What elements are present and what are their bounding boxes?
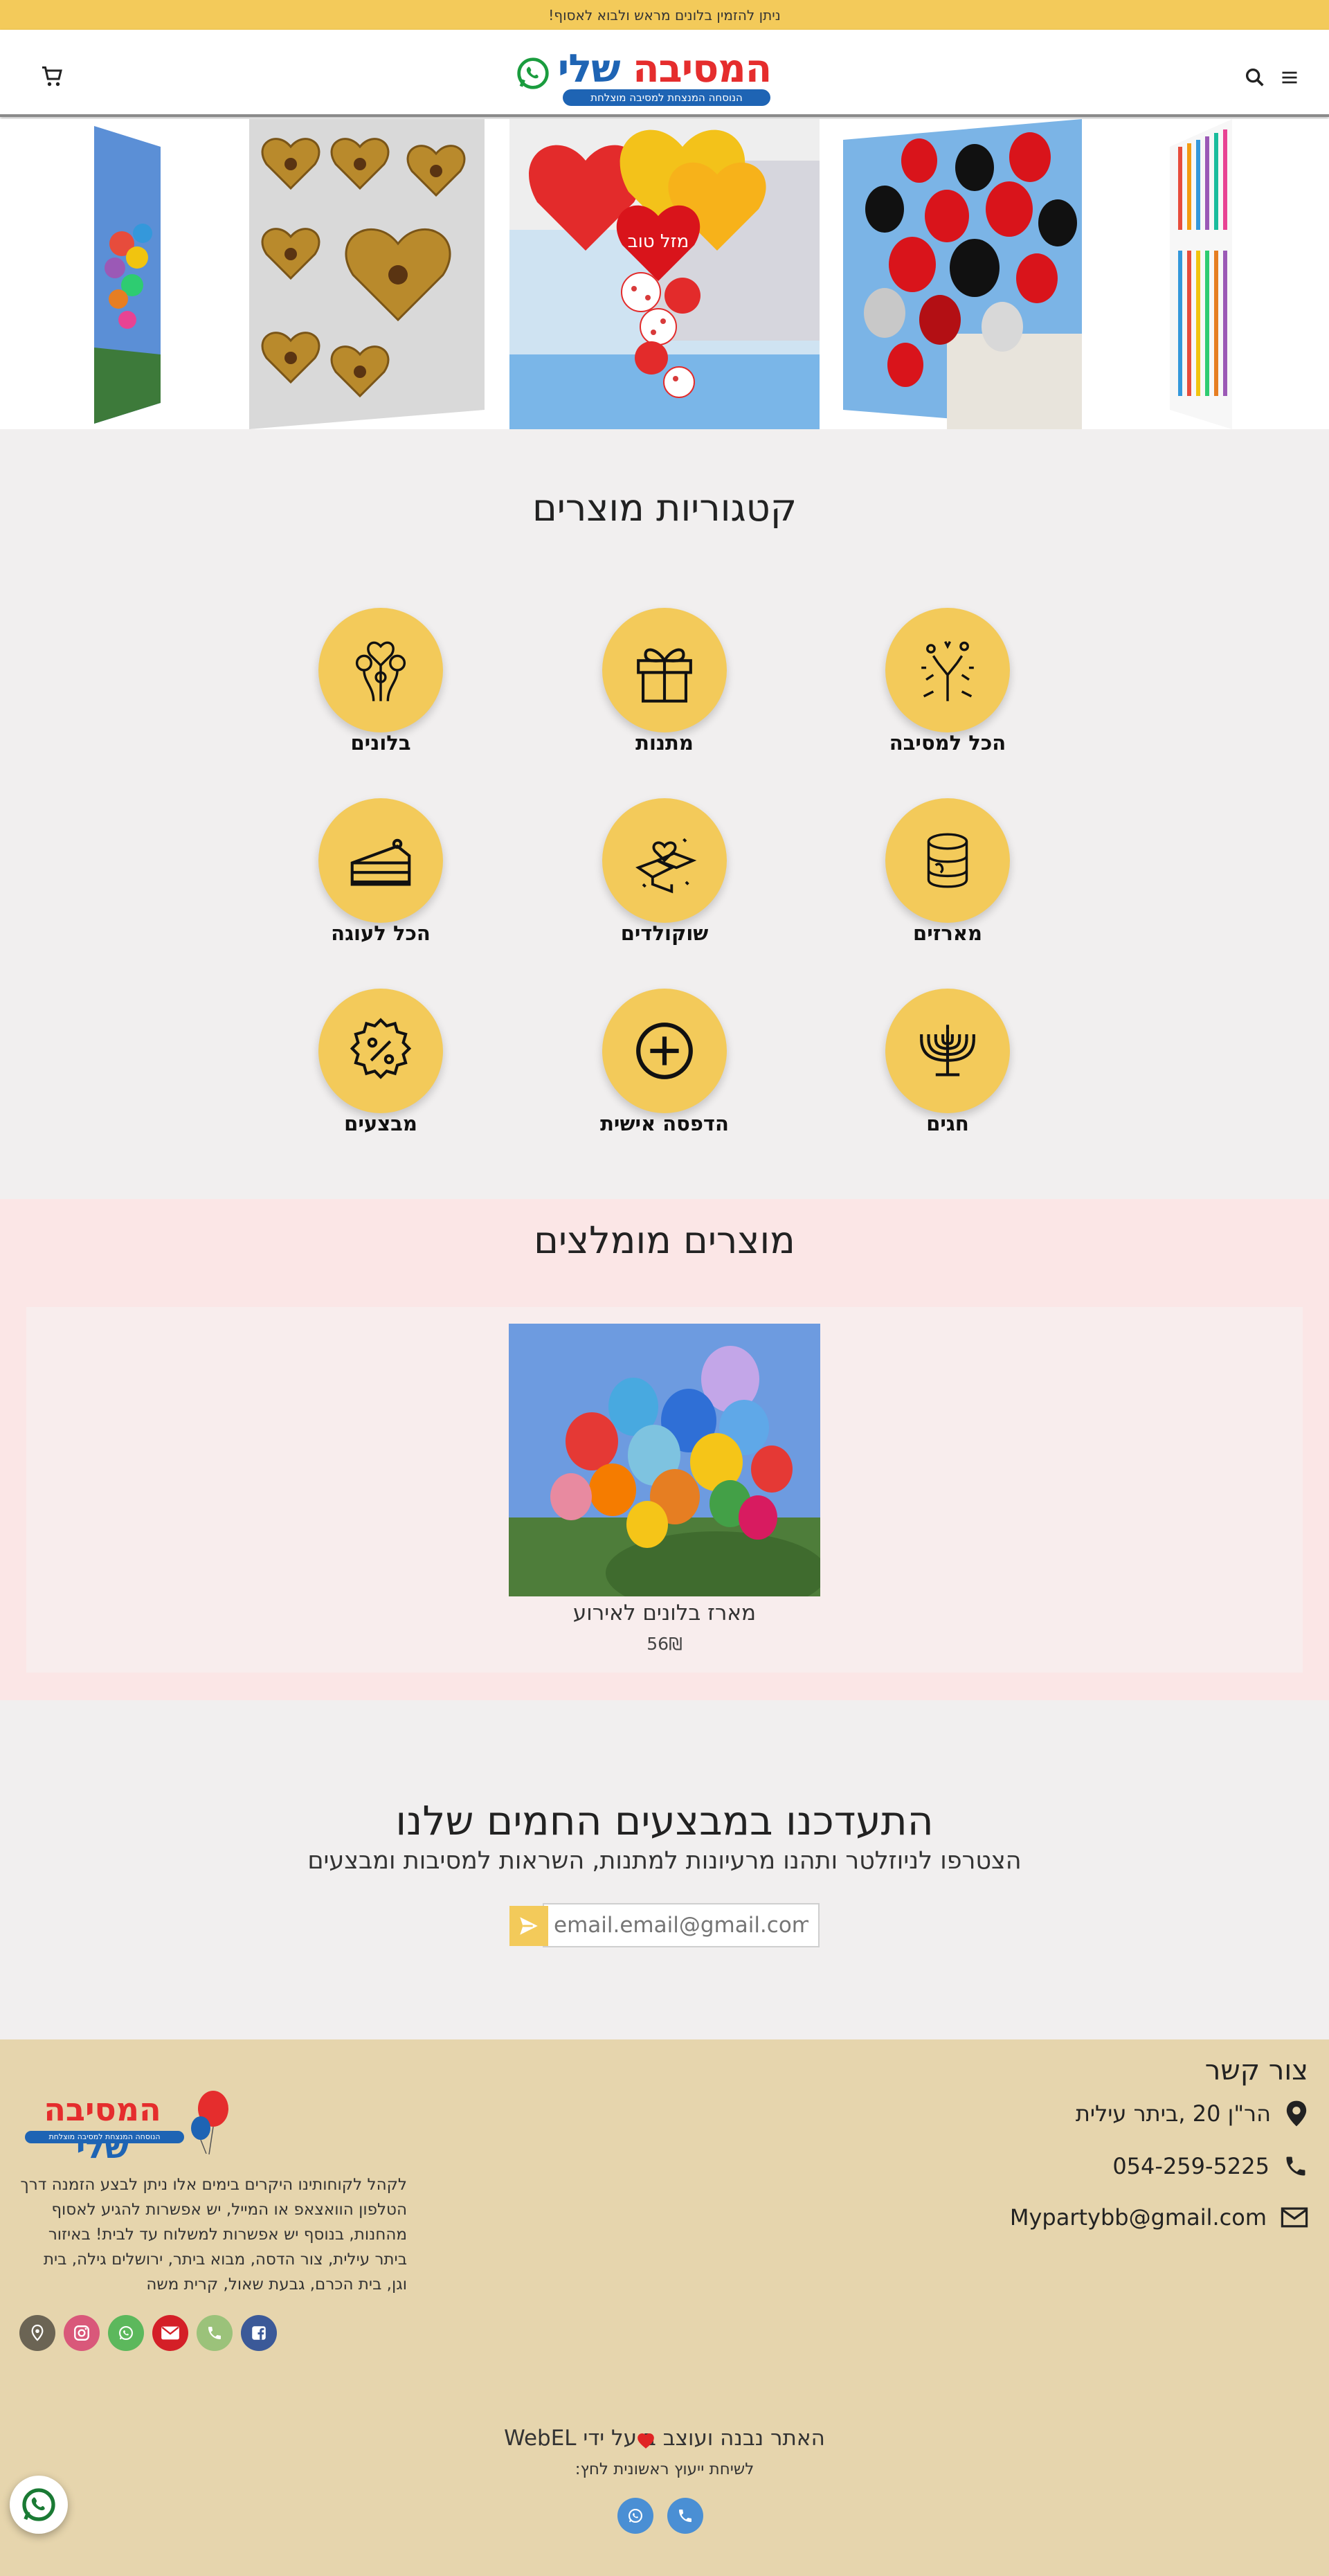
site-logo[interactable]: המסיבה שלי הנוסחה המנצחת למסיבה מוצלחת [516, 46, 779, 106]
announcement-bar: ניתן להזמין בלונים מראש ולבוא לאסוף! [0, 0, 1329, 30]
newsletter-submit-button[interactable] [509, 1906, 548, 1946]
category-personal-print[interactable]: הדפסה אישית [575, 989, 754, 1148]
email-icon[interactable] [152, 2315, 188, 2351]
balloons-logo-icon [191, 2091, 228, 2155]
product-card[interactable]: מארז בלונים לאירוע 56₪ [509, 1307, 820, 1673]
package-icon [927, 833, 968, 888]
newsletter-email-input[interactable] [543, 1903, 820, 1947]
menu-icon[interactable] [1278, 68, 1301, 87]
hero-carousel[interactable]: מזל טוב [0, 119, 1329, 429]
location-icon[interactable] [19, 2315, 55, 2351]
floating-whatsapp-button[interactable] [10, 2476, 68, 2534]
newsletter-title: התעדכנו במבצעים החמים שלנו [395, 1797, 934, 1844]
slide-heart-balloons[interactable]: מזל טוב [509, 119, 820, 429]
category-packages[interactable]: מארזים [858, 798, 1038, 957]
heart-icon [638, 2433, 654, 2449]
contact-address[interactable]: הר"ן 20 ,ביתר עילית [1076, 2096, 1308, 2131]
menorah-icon [920, 1025, 975, 1077]
credit-text[interactable]: האתר נבנה ועוצב ב על ידי WebEL [0, 2426, 1329, 2451]
logo-title: המסיבה שלי [557, 46, 772, 91]
whatsapp-icon [22, 2488, 55, 2521]
cart-icon[interactable] [40, 64, 65, 89]
slide-candles[interactable] [1163, 119, 1239, 429]
contact-title: צור קשר [1204, 2055, 1308, 2087]
slide-balloons-sky[interactable] [94, 119, 161, 429]
category-gifts[interactable]: מתנות [575, 608, 754, 767]
footer-about-text: לקהל לקוחותינו היקרים בימים אלו ניתן לבצ… [20, 2176, 407, 2294]
category-balloons[interactable]: בלונים [291, 608, 471, 767]
slide-black-red-balloons[interactable] [843, 119, 1082, 429]
category-cake[interactable]: הכל לעוגה [291, 798, 471, 957]
mail-icon [1281, 2207, 1308, 2228]
products-panel: מארז בלונים לאירוע 56₪ [26, 1307, 1303, 1673]
category-all-party[interactable]: הכל למסיבה [858, 608, 1038, 767]
newsletter-subtitle: הצטרפו לניוזלטר ותהנו מרעיונות למתנות, ה… [307, 1847, 1022, 1875]
fireworks-icon [921, 640, 974, 701]
chocolate-icon [635, 838, 697, 894]
percent-badge-icon [350, 1018, 412, 1079]
newsletter-form [509, 1903, 820, 1947]
newsletter-section: התעדכנו במבצעים החמים שלנו הצטרפו לניוזל… [0, 1700, 1329, 2039]
search-icon[interactable] [1243, 66, 1267, 89]
balloons-icon [355, 641, 406, 701]
category-chocolates[interactable]: שוקולדים [575, 798, 754, 957]
instagram-icon[interactable] [64, 2315, 100, 2351]
credit-contact-icons [617, 2498, 703, 2534]
location-pin-icon [1286, 2100, 1307, 2127]
phone-icon[interactable] [197, 2315, 233, 2351]
contact-email[interactable]: Mypartybb@gmail.com [1010, 2200, 1308, 2235]
category-sales[interactable]: מבצעים [291, 989, 471, 1148]
product-name[interactable]: מארז בלונים לאירוע [509, 1601, 820, 1625]
recommended-title: מוצרים מומלצים [534, 1218, 795, 1262]
site-footer: צור קשר הר"ן 20 ,ביתר עילית 054-259-5225… [0, 2039, 1329, 2576]
categories-section: קטגוריות מוצרים הכל למסיבה מתנות בלונים … [0, 429, 1329, 1199]
gift-icon [637, 648, 692, 703]
whatsapp-icon[interactable] [516, 56, 550, 91]
svg-text:מזל טוב: מזל טוב [628, 231, 689, 252]
product-image[interactable] [509, 1324, 820, 1596]
recommended-section: מוצרים מומלצים מארז בלונים לאירוע 56₪ [0, 1199, 1329, 1700]
facebook-icon[interactable] [241, 2315, 277, 2351]
category-holidays[interactable]: חגים [858, 989, 1038, 1148]
categories-title: קטגוריות מוצרים [532, 486, 797, 530]
site-header: המסיבה שלי הנוסחה המנצחת למסיבה מוצלחת [0, 30, 1329, 117]
phone-icon [1286, 2156, 1305, 2176]
credit-subtext: לשיחת ייעוץ ראשונית לחץ: [575, 2460, 754, 2478]
footer-logo[interactable]: המסיבה שלי הנוסחה המנצחת למסיבה מוצלחת [19, 2088, 234, 2165]
contact-phone[interactable]: 054-259-5225 [1112, 2149, 1308, 2183]
product-price: 56₪ [647, 1634, 682, 1654]
logo-tagline: הנוסחה המנצחת למסיבה מוצלחת [563, 89, 770, 106]
credit-whatsapp-icon[interactable] [617, 2498, 653, 2534]
send-icon [520, 1917, 538, 1935]
credit-phone-icon[interactable] [667, 2498, 703, 2534]
footer-social-icons [19, 2315, 277, 2351]
announcement-text: ניתן להזמין בלונים מראש ולבוא לאסוף! [548, 6, 781, 24]
whatsapp-icon[interactable] [108, 2315, 144, 2351]
plus-icon [636, 1023, 693, 1079]
cake-icon [350, 838, 411, 886]
slide-heart-chocolates[interactable] [249, 119, 485, 429]
